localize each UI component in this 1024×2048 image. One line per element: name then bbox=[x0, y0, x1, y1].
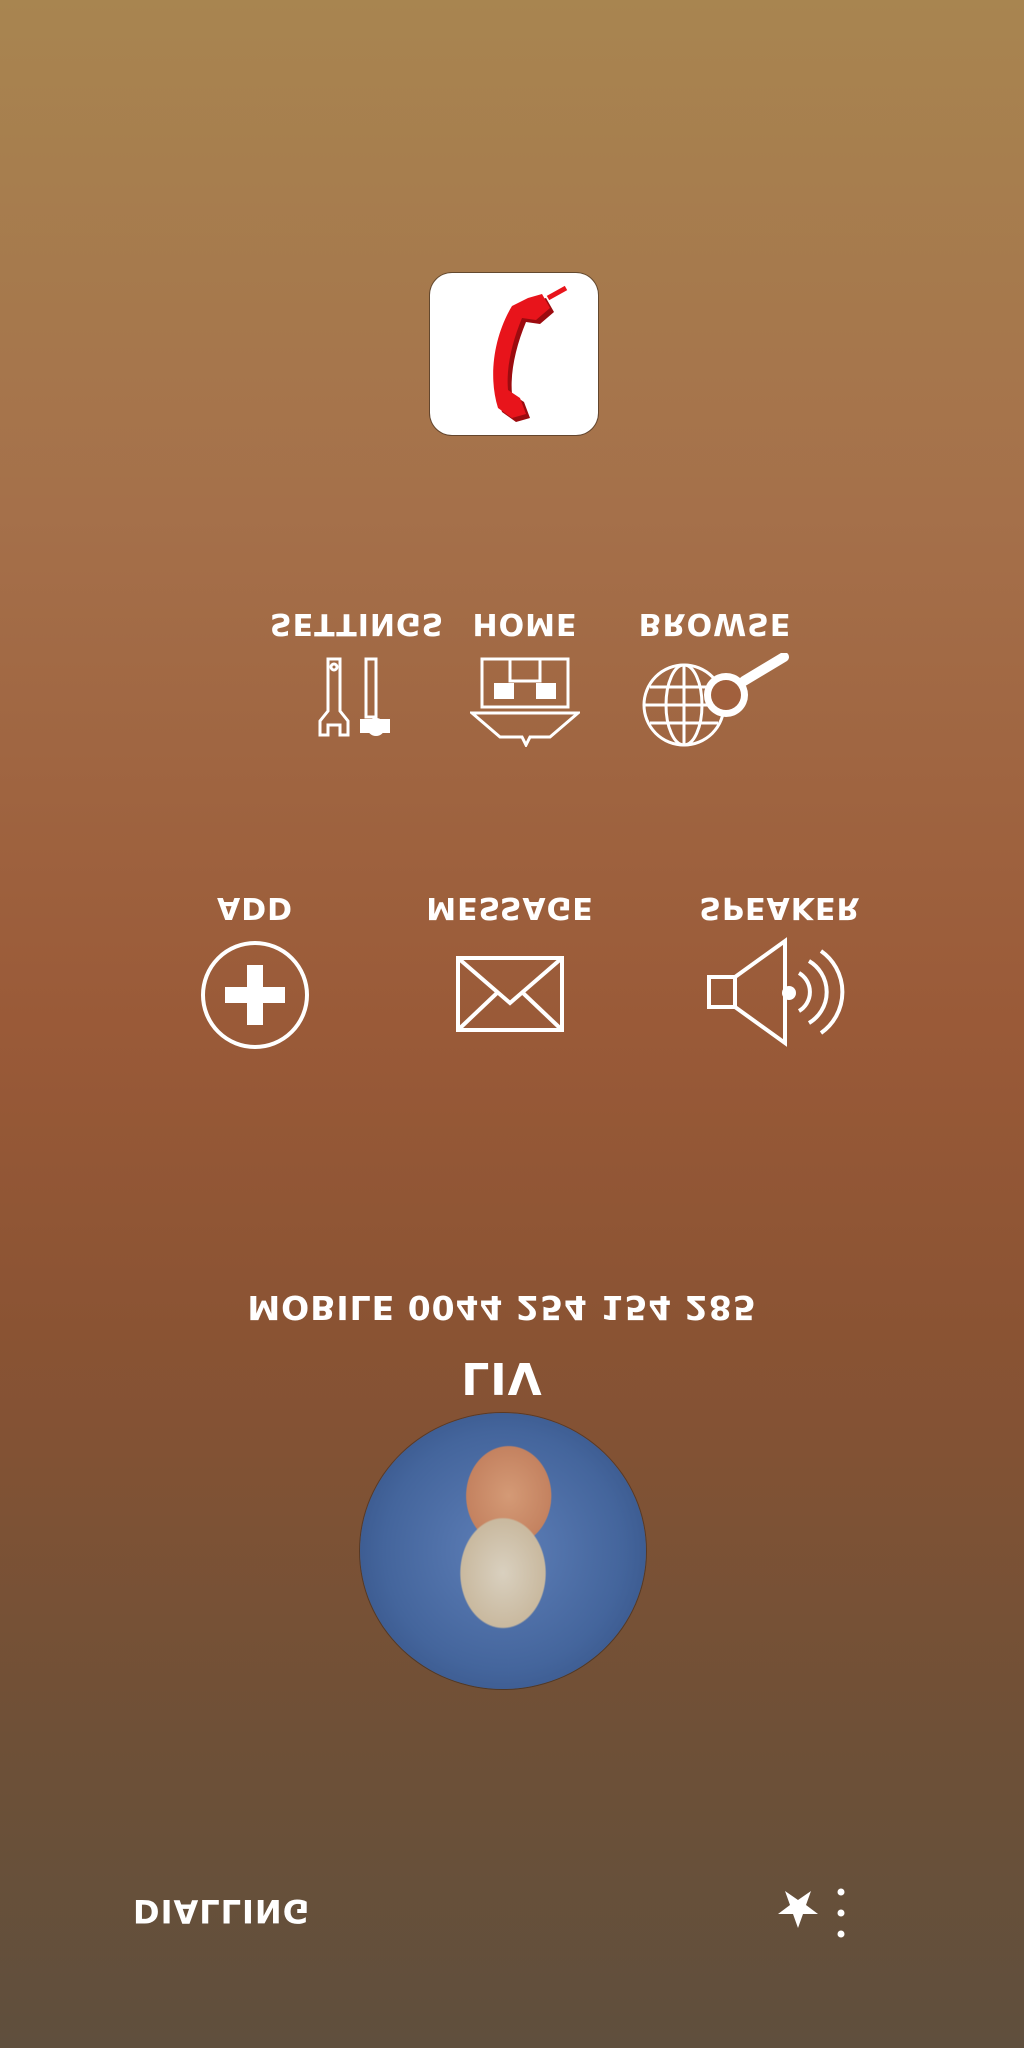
browse-label: BROWSE bbox=[638, 606, 792, 641]
message-button[interactable]: MESSAGE bbox=[405, 890, 615, 1035]
caller-name: LIV bbox=[461, 1352, 543, 1403]
home-button[interactable]: HOME bbox=[460, 606, 590, 747]
speaker-button[interactable]: SPEAKER bbox=[680, 890, 880, 1047]
home-icon bbox=[470, 657, 580, 747]
call-status: DIALLING bbox=[133, 1892, 310, 1930]
tools-icon bbox=[318, 657, 390, 737]
more-vertical-icon bbox=[837, 1888, 845, 1938]
settings-label: SETTINGS bbox=[270, 606, 445, 641]
add-label: ADD bbox=[216, 890, 294, 925]
globe-search-icon bbox=[642, 653, 789, 747]
speaker-label: SPEAKER bbox=[699, 890, 861, 925]
phone-handset-icon bbox=[493, 285, 568, 422]
favorite-button[interactable] bbox=[776, 1888, 820, 1932]
browse-button[interactable]: BROWSE bbox=[630, 606, 800, 749]
add-call-button[interactable]: ADD bbox=[185, 890, 325, 1051]
caller-avatar bbox=[360, 1413, 646, 1689]
home-label: HOME bbox=[472, 606, 578, 641]
caller-number: MOBILE 0044 254 154 285 bbox=[247, 1288, 757, 1327]
end-call-button[interactable] bbox=[430, 273, 598, 435]
plus-circle-icon bbox=[201, 941, 309, 1049]
star-icon bbox=[778, 1891, 818, 1928]
message-label: MESSAGE bbox=[426, 890, 594, 925]
envelope-icon bbox=[456, 956, 564, 1032]
more-options-button[interactable] bbox=[826, 1886, 856, 1940]
speaker-icon bbox=[707, 937, 845, 1047]
settings-button[interactable]: SETTINGS bbox=[270, 606, 444, 745]
